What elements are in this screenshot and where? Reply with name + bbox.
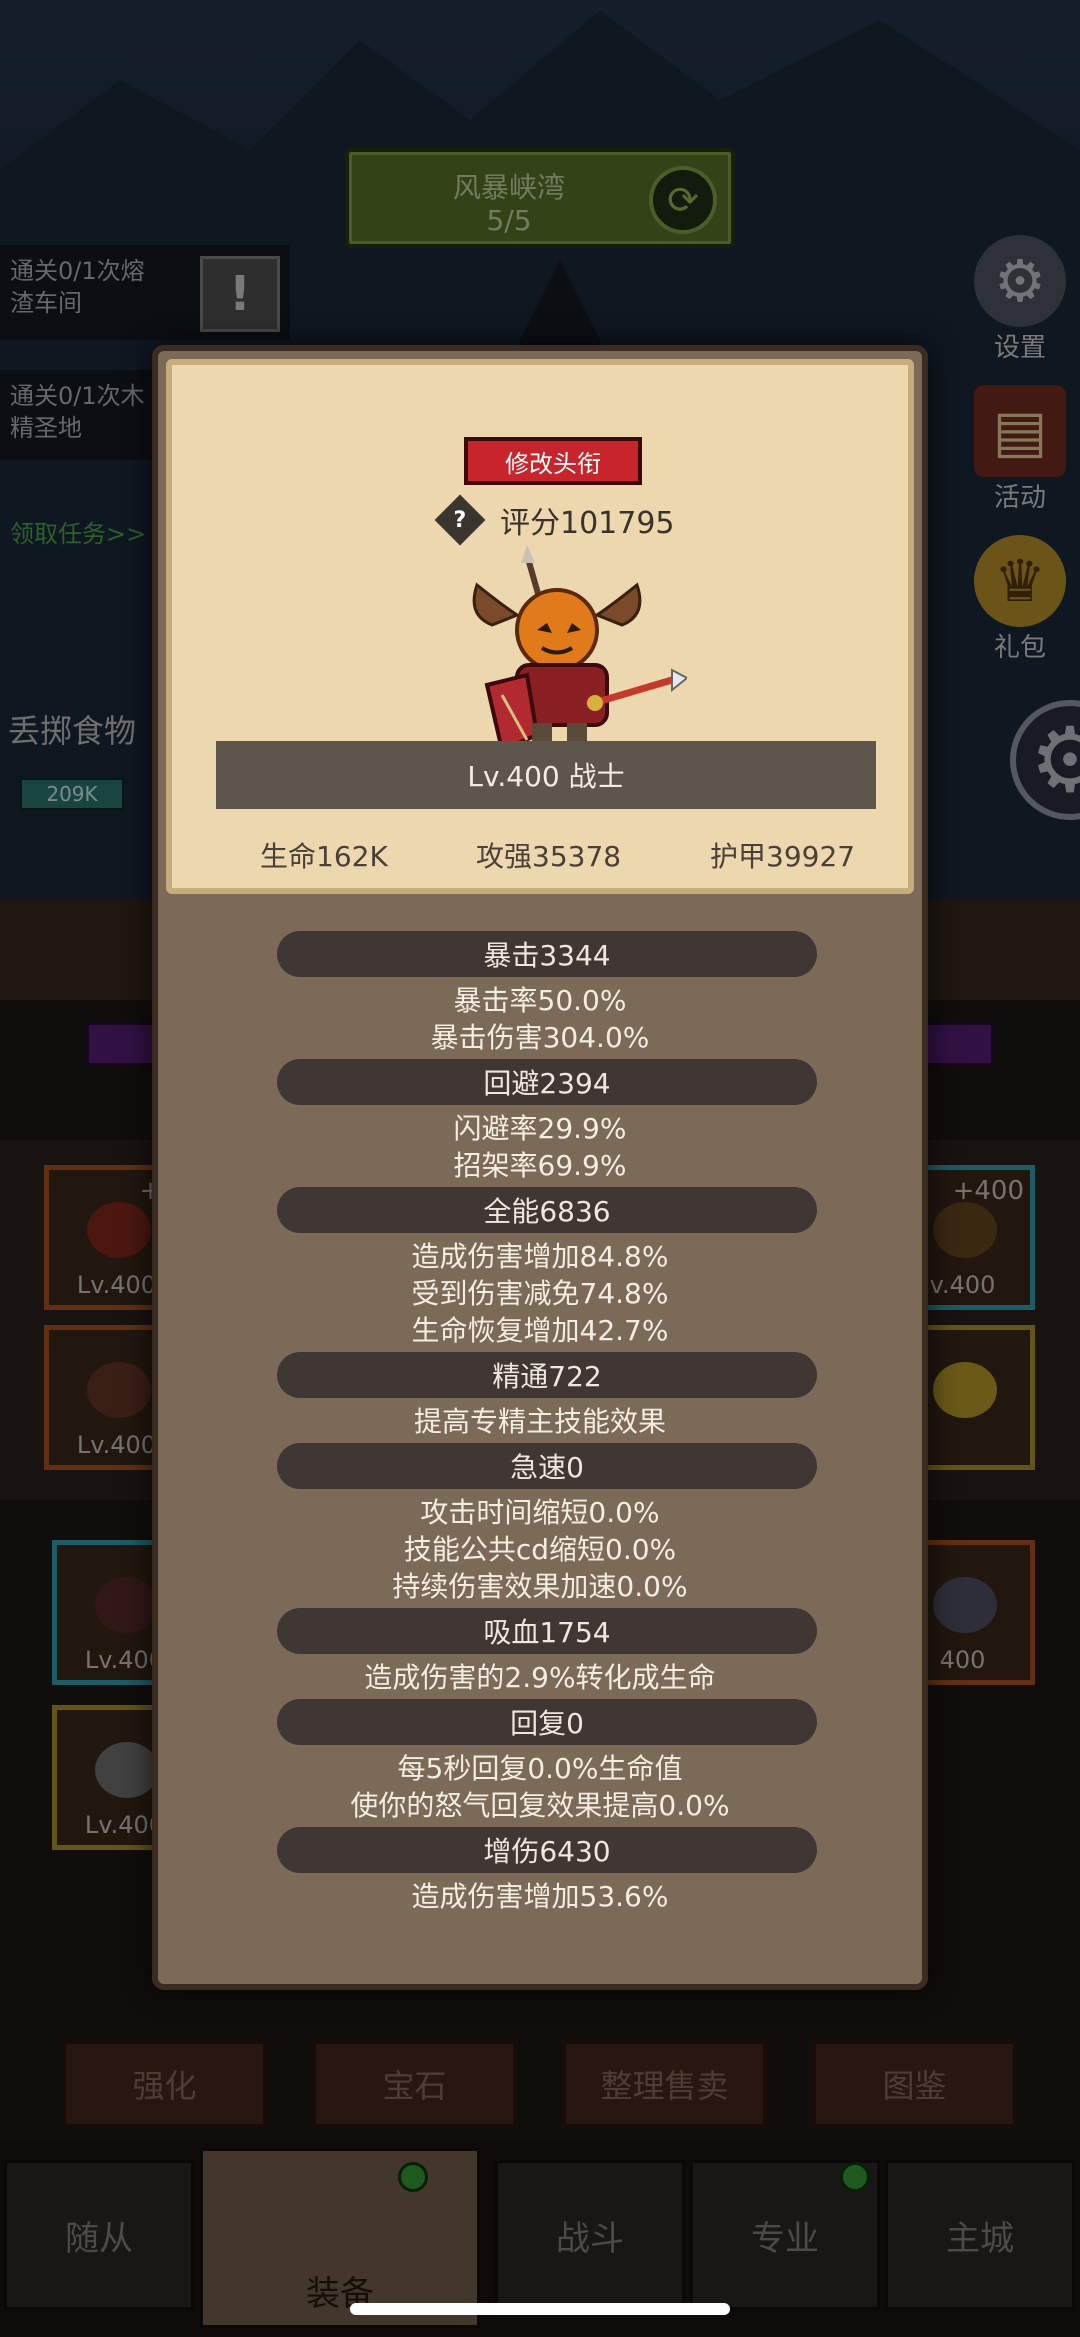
stat-line: 提高专精主技能效果: [413, 1405, 666, 1438]
hero-stats-modal: 修改头衔 ? 评分101795 Lv.400 战士 生命162K 攻强35378…: [152, 345, 928, 1990]
rename-title-button[interactable]: 修改头衔: [464, 437, 642, 485]
stat-line: 造成伤害增加53.6%: [411, 1880, 669, 1913]
help-icon[interactable]: ?: [434, 494, 486, 546]
stat-header-avoidance: 回避2394: [277, 1059, 817, 1105]
stat-line: 造成伤害增加84.8%: [411, 1240, 669, 1273]
stat-line: 持续伤害效果加速0.0%: [392, 1570, 688, 1603]
stat-line: 招架率69.9%: [453, 1149, 627, 1182]
score-row: ? 评分101795: [434, 494, 675, 546]
stat-line: 使你的怒气回复效果提高0.0%: [350, 1789, 730, 1822]
stat-line: 闪避率29.9%: [453, 1112, 627, 1145]
stat-header-haste: 急速0: [277, 1443, 817, 1489]
stat-header-regen: 回复0: [277, 1699, 817, 1745]
stat-header-mastery: 精通722: [277, 1352, 817, 1398]
stat-line: 造成伤害的2.9%转化成生命: [364, 1661, 716, 1694]
stat-header-versatility: 全能6836: [277, 1187, 817, 1233]
stat-line: 生命恢复增加42.7%: [411, 1314, 669, 1347]
stat-line: 受到伤害减免74.8%: [411, 1277, 669, 1310]
attack-stat: 攻强35378: [476, 840, 622, 873]
stat-line: 每5秒回复0.0%生命值: [397, 1752, 683, 1785]
home-indicator[interactable]: [350, 2303, 730, 2315]
stat-header-crit: 暴击3344: [277, 931, 817, 977]
score-text: 评分101795: [500, 506, 675, 541]
warrior-portrait: [472, 545, 687, 753]
stat-line: 技能公共cd缩短0.0%: [403, 1533, 677, 1566]
hp-stat: 生命162K: [260, 840, 388, 873]
hero-card: 修改头衔 ? 评分101795 Lv.400 战士 生命162K 攻强35378…: [166, 359, 914, 894]
stat-line: 暴击率50.0%: [453, 984, 627, 1017]
hero-name-bar: Lv.400 战士: [216, 741, 876, 809]
stat-line: 暴击伤害304.0%: [430, 1021, 650, 1054]
armor-stat: 护甲39927: [710, 840, 856, 873]
stat-header-leech: 吸血1754: [277, 1608, 817, 1654]
stat-header-damage-bonus: 增伤6430: [277, 1827, 817, 1873]
stat-line: 攻击时间缩短0.0%: [420, 1496, 660, 1529]
